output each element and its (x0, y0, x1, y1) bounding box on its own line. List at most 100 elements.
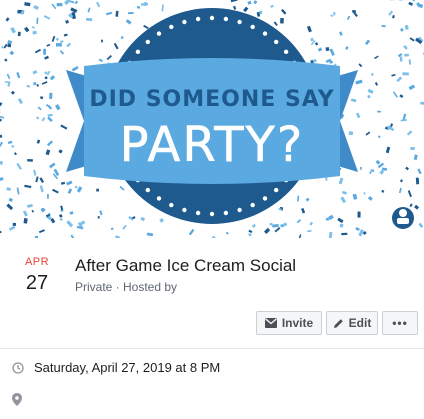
confetti-piece (6, 187, 12, 191)
confetti-piece (355, 226, 360, 232)
confetti-piece (315, 42, 319, 46)
confetti-piece (413, 154, 418, 161)
invite-label: Invite (281, 316, 314, 330)
confetti-piece (26, 84, 31, 88)
confetti-piece (399, 94, 404, 98)
confetti-piece (399, 0, 403, 1)
confetti-piece (259, 10, 263, 15)
confetti-piece (406, 130, 413, 136)
confetti-piece (39, 185, 44, 193)
confetti-piece (418, 222, 424, 229)
confetti-piece (367, 88, 374, 94)
confetti-piece (307, 229, 312, 233)
confetti-piece (159, 217, 165, 223)
confetti-piece (410, 147, 415, 151)
edit-label: Edit (348, 316, 372, 330)
more-icon: ••• (392, 316, 408, 330)
confetti-piece (59, 214, 63, 218)
confetti-piece (11, 145, 15, 148)
confetti-piece (74, 0, 78, 5)
confetti-piece (36, 17, 39, 24)
confetti-piece (9, 50, 15, 56)
confetti-piece (49, 75, 56, 81)
confetti-piece (350, 98, 357, 103)
badge-dot (262, 31, 268, 36)
confetti-piece (13, 152, 18, 156)
confetti-piece (96, 188, 100, 192)
badge-dot (135, 49, 141, 54)
confetti-piece (377, 135, 381, 139)
confetti-piece (282, 222, 288, 227)
confetti-piece (363, 191, 366, 195)
confetti-piece (70, 234, 75, 238)
confetti-piece (34, 235, 39, 238)
confetti-piece (408, 84, 416, 91)
confetti-piece (55, 104, 61, 111)
badge-dot (237, 19, 242, 25)
confetti-piece (280, 224, 284, 228)
confetti-piece (6, 203, 14, 211)
confetti-piece (17, 98, 24, 105)
confetti-piece (115, 10, 119, 17)
invite-button[interactable]: Invite (256, 311, 322, 335)
event-day: 27 (25, 272, 49, 294)
edit-button[interactable]: Edit (326, 311, 378, 335)
confetti-piece (402, 113, 407, 121)
badge-dot (182, 19, 187, 25)
confetti-piece (106, 54, 112, 61)
confetti-piece (27, 203, 33, 208)
confetti-piece (341, 232, 348, 236)
confetti-piece (253, 0, 258, 5)
badge-dot (262, 196, 268, 201)
confetti-piece (49, 162, 56, 169)
badge-dot (145, 39, 150, 45)
confetti-piece (404, 25, 409, 30)
confetti-piece (251, 223, 256, 228)
confetti-piece (325, 47, 330, 52)
confetti-piece (125, 19, 132, 25)
confetti-piece (305, 197, 310, 202)
confetti-piece (381, 189, 385, 193)
confetti-piece (405, 166, 409, 171)
confetti-piece (60, 181, 66, 185)
confetti-piece (66, 220, 74, 228)
confetti-piece (230, 0, 238, 3)
confetti-piece (105, 11, 113, 16)
confetti-piece (408, 1, 414, 6)
badge-dot (169, 202, 174, 208)
confetti-piece (388, 10, 394, 16)
confetti-piece (247, 0, 252, 5)
confetti-piece (367, 196, 373, 201)
confetti-piece (98, 58, 104, 63)
confetti-piece (358, 63, 363, 68)
cover-headline-top: DID SOMEONE SAY (89, 87, 334, 112)
badge-dot (250, 202, 255, 208)
confetti-piece (379, 169, 385, 175)
confetti-piece (345, 46, 349, 50)
badge-dot (195, 16, 201, 22)
badge-dot (223, 210, 229, 216)
more-options-button[interactable]: ••• (382, 311, 418, 335)
confetti-piece (43, 48, 47, 55)
confetti-piece (348, 131, 354, 136)
confetti-piece (339, 223, 344, 228)
confetti-piece (33, 169, 37, 176)
confetti-piece (400, 179, 403, 183)
confetti-piece (140, 216, 146, 222)
event-location-row (12, 393, 22, 406)
confetti-piece (270, 4, 274, 9)
cover-headline-bottom: PARTY? (120, 117, 305, 173)
confetti-piece (8, 197, 13, 202)
section-divider (0, 348, 424, 349)
confetti-piece (114, 235, 121, 238)
confetti-piece (414, 204, 420, 210)
confetti-piece (74, 185, 78, 189)
confetti-piece (408, 59, 412, 65)
confetti-piece (0, 141, 4, 147)
confetti-piece (328, 231, 333, 238)
badge-dot (274, 187, 279, 193)
confetti-piece (146, 232, 154, 237)
confetti-piece (38, 229, 45, 234)
confetti-piece (297, 195, 300, 202)
confetti-piece (374, 82, 379, 86)
